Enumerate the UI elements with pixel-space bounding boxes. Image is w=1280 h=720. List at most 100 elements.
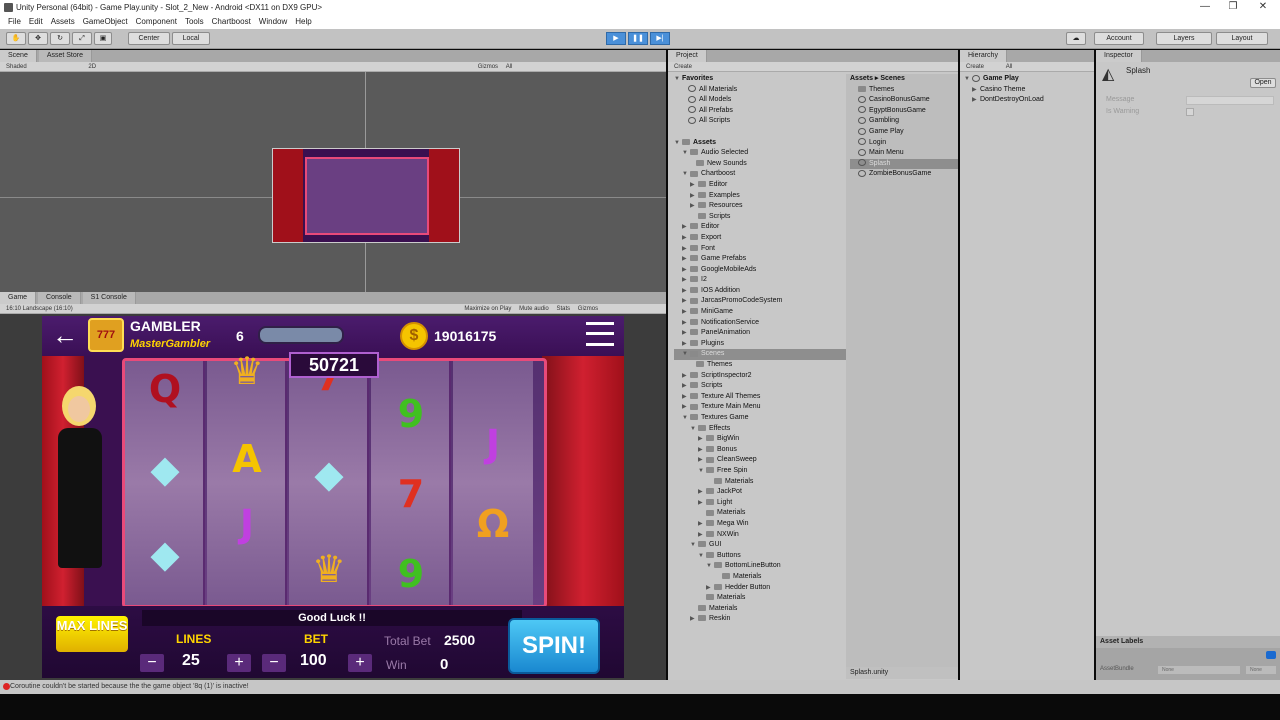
is-warning-checkbox[interactable] [1186,108,1194,116]
menu-hamburger-icon[interactable] [586,322,614,346]
rect-tool-icon[interactable]: ▣ [94,32,112,45]
hierarchy-item[interactable]: ▶ Casino Theme [964,85,1094,96]
pivot-center-button[interactable]: Center [128,32,170,45]
menu-window[interactable]: Window [255,15,291,29]
folder-item-selected[interactable]: ▼ Scenes [674,349,846,361]
tab-hierarchy[interactable]: Hierarchy [960,50,1007,62]
minimize-icon[interactable]: — [1190,0,1220,15]
folder-item[interactable]: ▶ PanelAnimation [674,328,846,339]
message-field[interactable] [1186,96,1274,105]
scene-item[interactable]: Login [850,138,958,149]
folder-item[interactable]: ▶ Game Prefabs [674,254,846,265]
console-status-bar[interactable]: Coroutine couldn't be started because th… [0,680,1280,694]
favorite-item[interactable]: All Models [674,95,846,106]
menu-file[interactable]: File [4,15,25,29]
folder-item[interactable]: ▶ Examples [674,191,846,202]
game-gizmos[interactable]: Gizmos [578,306,598,312]
stats-toggle[interactable]: Stats [556,306,570,312]
rotate-tool-icon[interactable]: ↻ [50,32,70,45]
pause-button[interactable]: ❚❚ [628,32,648,45]
tab-inspector[interactable]: Inspector [1096,50,1142,62]
folder-item[interactable]: ▶ Plugins [674,339,846,350]
hierarchy-create-button[interactable]: Create [966,64,984,70]
lines-minus-button[interactable]: − [140,654,164,672]
scene-root[interactable]: ▼ Game Play [964,74,1094,85]
move-tool-icon[interactable]: ✥ [28,32,48,45]
pivot-local-button[interactable]: Local [172,32,210,45]
bet-plus-button[interactable]: + [348,654,372,672]
scene-item[interactable]: Main Menu [850,148,958,159]
folder-item[interactable]: ▼ Effects [674,424,846,435]
hand-tool-icon[interactable]: ✋ [6,32,26,45]
folder-item[interactable]: ▶ MiniGame [674,307,846,318]
folder-item[interactable]: ▶ Editor [674,222,846,233]
folder-item[interactable]: ▶ Editor [674,180,846,191]
scene-item-selected[interactable]: Splash [850,158,958,170]
shading-dropdown[interactable]: Shaded [6,64,27,70]
scene-search[interactable]: All [506,64,513,70]
tab-s1-console[interactable]: S1 Console [82,292,136,304]
scene-item[interactable]: Gambling [850,116,958,127]
breadcrumb[interactable]: Assets ▸ Scenes [850,74,958,85]
folder-item[interactable]: ▶ NXWin [674,530,846,541]
folder-item[interactable]: ▶ ScriptInspector2 [674,371,846,382]
favorite-item[interactable]: All Materials [674,85,846,96]
menu-chartboost[interactable]: Chartboost [208,15,255,29]
max-lines-button[interactable]: MAX LINES [56,616,128,652]
folder-item[interactable]: Themes [850,85,958,96]
folder-item[interactable]: ▶ GoogleMobileAds [674,265,846,276]
open-button[interactable]: Open [1250,78,1276,88]
account-dropdown[interactable]: Account [1094,32,1144,45]
folder-item[interactable]: ▶ JackPot [674,487,846,498]
folder-item[interactable]: ▶ Scripts [674,381,846,392]
spin-button[interactable]: SPIN! [508,618,600,674]
scene-item[interactable]: EgyptBonusGame [850,106,958,117]
cloud-icon[interactable]: ☁ [1066,32,1086,45]
play-button[interactable]: ▶ [606,32,626,45]
scene-item[interactable]: CasinoBonusGame [850,95,958,106]
folder-item[interactable]: Themes [674,360,846,371]
folder-item[interactable]: ▶ IOS Addition [674,286,846,297]
tab-game[interactable]: Game [0,292,37,304]
label-tag-icon[interactable] [1266,651,1276,659]
lines-plus-button[interactable]: + [227,654,251,672]
folder-item[interactable]: Materials [674,477,846,488]
folder-item[interactable]: Materials [674,572,846,583]
menu-assets[interactable]: Assets [47,15,79,29]
folder-item[interactable]: Materials [674,604,846,615]
aspect-dropdown[interactable]: 16:10 Landscape (16:10) [6,306,73,312]
folder-item[interactable]: ▶ Bonus [674,445,846,456]
folder-item[interactable]: ▶ Texture Main Menu [674,402,846,413]
step-button[interactable]: ▶| [650,32,670,45]
avatar[interactable]: 777 [88,318,124,352]
menu-component[interactable]: Component [132,15,181,29]
folder-item[interactable]: New Sounds [674,159,846,170]
menu-help[interactable]: Help [291,15,315,29]
folder-item[interactable]: ▼ Buttons [674,551,846,562]
folder-item[interactable]: ▶ CleanSweep [674,455,846,466]
folder-item[interactable]: ▼ Textures Game [674,413,846,424]
assets-root[interactable]: ▼ Assets [674,138,846,149]
folder-item[interactable]: ▶ Mega Win [674,519,846,530]
tab-console[interactable]: Console [38,292,81,304]
folder-item[interactable]: ▼ Chartboost [674,169,846,180]
folder-item[interactable]: ▶ I2 [674,275,846,286]
scene-item[interactable]: ZombieBonusGame [850,169,958,180]
hierarchy-search[interactable]: All [1006,64,1013,70]
bet-minus-button[interactable]: − [262,654,286,672]
close-icon[interactable]: ✕ [1248,0,1278,15]
favorite-item[interactable]: All Prefabs [674,106,846,117]
favorite-item[interactable]: All Scripts [674,116,846,127]
scale-tool-icon[interactable]: ⤢ [72,32,92,45]
folder-item[interactable]: Scripts [674,212,846,223]
menu-gameobject[interactable]: GameObject [79,15,132,29]
folder-item[interactable]: ▶ NotificationService [674,318,846,329]
folder-item[interactable]: ▶ Export [674,233,846,244]
toggle-2d[interactable]: 2D [88,64,96,70]
tab-asset-store[interactable]: Asset Store [38,50,92,62]
folder-item[interactable]: ▶ Light [674,498,846,509]
folder-item[interactable]: ▼ BottomLineButton [674,561,846,572]
maximize-on-play[interactable]: Maximize on Play [464,306,511,312]
asset-bundle-dropdown[interactable]: None [1158,666,1240,674]
maximize-icon[interactable]: ❐ [1218,0,1248,15]
